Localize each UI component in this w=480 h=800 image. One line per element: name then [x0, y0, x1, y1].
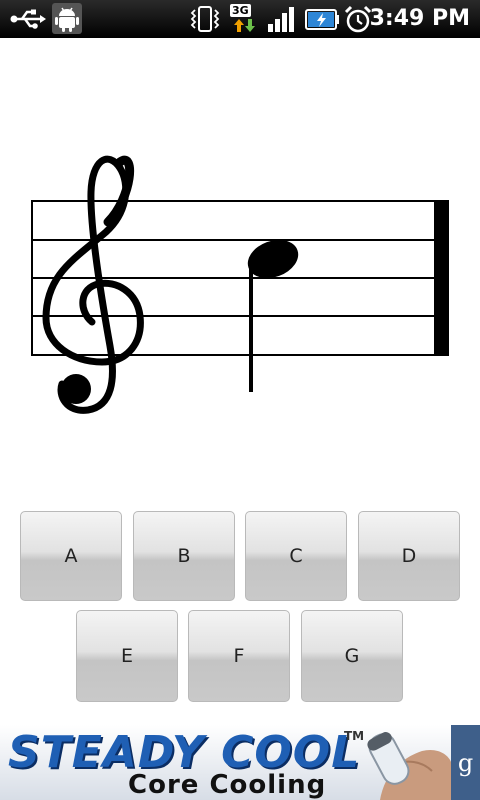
ad-network-icon[interactable]: g [451, 725, 480, 800]
answer-button-a[interactable]: A [20, 511, 122, 601]
answer-button-d[interactable]: D [358, 511, 460, 601]
alarm-icon [344, 5, 372, 33]
answer-button-b[interactable]: B [133, 511, 235, 601]
final-barline [434, 200, 449, 356]
ad-subtitle: Core Cooling [128, 770, 327, 800]
status-clock: 3:49 PM [369, 6, 470, 31]
answer-button-g[interactable]: G [301, 610, 403, 702]
treble-clef-icon [42, 155, 144, 414]
vibrate-icon [190, 6, 220, 32]
usb-icon [10, 9, 46, 29]
answer-button-f[interactable]: F [188, 610, 290, 702]
answer-button-c[interactable]: C [245, 511, 347, 601]
battery-charging-icon [305, 9, 339, 30]
music-staff [31, 155, 449, 414]
signal-icon [268, 7, 294, 32]
ad-banner[interactable]: STEADY COOL TM Core Cooling g [0, 725, 480, 800]
quarter-note [247, 239, 299, 392]
hand-holding-device-icon [367, 732, 452, 800]
android-debug-icon [52, 3, 82, 34]
status-bar: 3G 3:49 PM [0, 0, 480, 38]
data-3g-icon: 3G [229, 4, 259, 34]
answer-button-e[interactable]: E [76, 610, 178, 702]
